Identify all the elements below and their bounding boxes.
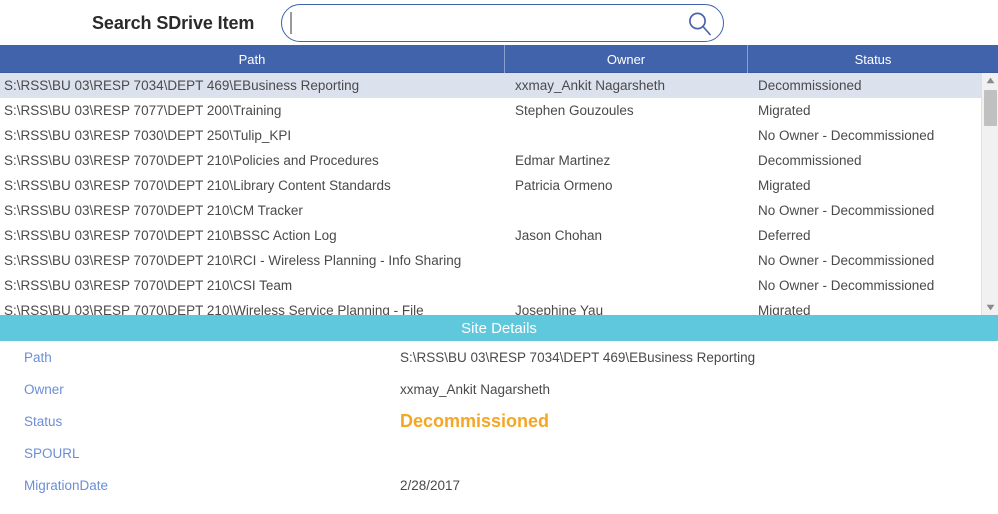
- cell-owner: Josephine Yau: [515, 303, 604, 315]
- cell-status: No Owner - Decommissioned: [758, 203, 935, 218]
- search-input[interactable]: [281, 4, 724, 42]
- cell-path: S:\RSS\BU 03\RESP 7070\DEPT 210\RCI - Wi…: [4, 253, 462, 268]
- table-body: S:\RSS\BU 03\RESP 7034\DEPT 469\EBusines…: [0, 73, 998, 315]
- cell-path: S:\RSS\BU 03\RESP 7070\DEPT 210\BSSC Act…: [4, 228, 337, 243]
- cell-path: S:\RSS\BU 03\RESP 7077\DEPT 200\Training: [4, 103, 282, 118]
- text-caret: [290, 12, 292, 34]
- detail-row: Owner xxmay_Ankit Nagarsheth: [0, 373, 998, 406]
- detail-label-migrationdate[interactable]: MigrationDate: [0, 478, 400, 493]
- cell-path: S:\RSS\BU 03\RESP 7070\DEPT 210\Wireless…: [4, 303, 424, 315]
- cell-owner: Stephen Gouzoules: [515, 103, 634, 118]
- detail-label-spourl[interactable]: SPOURL: [0, 446, 400, 461]
- cell-owner: [505, 123, 748, 148]
- table-row[interactable]: S:\RSS\BU 03\RESP 7070\DEPT 210\RCI - Wi…: [0, 248, 981, 273]
- cell-status: Deferred: [758, 228, 811, 243]
- detail-row: Status Decommissioned: [0, 405, 998, 438]
- detail-row: SPOURL: [0, 437, 998, 470]
- table-row[interactable]: S:\RSS\BU 03\RESP 7070\DEPT 210\BSSC Act…: [0, 223, 981, 248]
- cell-status: Migrated: [758, 178, 811, 193]
- cell-status: Migrated: [758, 303, 811, 315]
- cell-owner: [505, 273, 748, 298]
- cell-path: S:\RSS\BU 03\RESP 7034\DEPT 469\EBusines…: [4, 78, 360, 93]
- cell-path: S:\RSS\BU 03\RESP 7070\DEPT 210\Policies…: [4, 153, 379, 168]
- cell-status: No Owner - Decommissioned: [758, 128, 935, 143]
- table-row[interactable]: S:\RSS\BU 03\RESP 7070\DEPT 210\Policies…: [0, 148, 981, 173]
- cell-owner: Jason Chohan: [515, 228, 603, 243]
- search-bar: Search SDrive Item: [0, 0, 998, 45]
- table-row[interactable]: S:\RSS\BU 03\RESP 7030\DEPT 250\Tulip_KP…: [0, 123, 981, 148]
- cell-owner: [505, 198, 748, 223]
- table-rows: S:\RSS\BU 03\RESP 7034\DEPT 469\EBusines…: [0, 73, 981, 315]
- scroll-up-arrow[interactable]: [982, 73, 998, 88]
- detail-row: MigrationDate 2/28/2017: [0, 469, 998, 502]
- detail-value-migrationdate: 2/28/2017: [400, 478, 461, 493]
- table-row[interactable]: S:\RSS\BU 03\RESP 7070\DEPT 210\Wireless…: [0, 298, 981, 315]
- table-header: Path Owner Status: [0, 45, 998, 73]
- detail-label-status[interactable]: Status: [0, 414, 400, 429]
- cell-path: S:\RSS\BU 03\RESP 7070\DEPT 210\CM Track…: [4, 203, 303, 218]
- detail-value-path: S:\RSS\BU 03\RESP 7034\DEPT 469\EBusines…: [400, 350, 756, 365]
- cell-owner: Edmar Martinez: [515, 153, 611, 168]
- cell-owner: Patricia Ormeno: [515, 178, 613, 193]
- table-row[interactable]: S:\RSS\BU 03\RESP 7077\DEPT 200\Training…: [0, 98, 981, 123]
- results-scrollbar[interactable]: [981, 73, 998, 315]
- table-row[interactable]: S:\RSS\BU 03\RESP 7070\DEPT 210\CM Track…: [0, 198, 981, 223]
- detail-value-status: Decommissioned: [400, 411, 550, 431]
- table-row[interactable]: S:\RSS\BU 03\RESP 7034\DEPT 469\EBusines…: [0, 73, 981, 98]
- scroll-down-arrow[interactable]: [982, 300, 998, 315]
- table-row[interactable]: S:\RSS\BU 03\RESP 7070\DEPT 210\CSI Team…: [0, 273, 981, 298]
- detail-row: Path S:\RSS\BU 03\RESP 7034\DEPT 469\EBus…: [0, 341, 998, 374]
- cell-path: S:\RSS\BU 03\RESP 7070\DEPT 210\CSI Team: [4, 278, 293, 293]
- cell-status: Decommissioned: [758, 78, 862, 93]
- site-details-header: Site Details: [0, 315, 998, 341]
- cell-status: No Owner - Decommissioned: [758, 278, 935, 293]
- column-header-path[interactable]: Path: [0, 45, 505, 73]
- cell-status: Decommissioned: [758, 153, 862, 168]
- cell-status: Migrated: [758, 103, 811, 118]
- detail-value-owner: xxmay_Ankit Nagarsheth: [400, 382, 551, 397]
- sdrive-search-app: Search SDrive Item Path Owner Status S:\…: [0, 0, 998, 514]
- cell-status: No Owner - Decommissioned: [758, 253, 935, 268]
- cell-path: S:\RSS\BU 03\RESP 7070\DEPT 210\Library …: [4, 178, 391, 193]
- page-title: Search SDrive Item: [92, 13, 255, 33]
- detail-label-path[interactable]: Path: [0, 350, 400, 365]
- site-details-body: Path S:\RSS\BU 03\RESP 7034\DEPT 469\EBus…: [0, 341, 998, 514]
- cell-owner: [505, 248, 748, 273]
- column-header-status[interactable]: Status: [748, 45, 998, 73]
- detail-label-owner[interactable]: Owner: [0, 382, 400, 397]
- column-header-owner[interactable]: Owner: [505, 45, 748, 73]
- cell-owner: xxmay_Ankit Nagarsheth: [515, 78, 666, 93]
- cell-path: S:\RSS\BU 03\RESP 7030\DEPT 250\Tulip_KP…: [4, 128, 292, 143]
- search-field-wrapper: [281, 4, 724, 42]
- scrollbar-thumb[interactable]: [984, 90, 997, 126]
- table-row[interactable]: S:\RSS\BU 03\RESP 7070\DEPT 210\Library …: [0, 173, 981, 198]
